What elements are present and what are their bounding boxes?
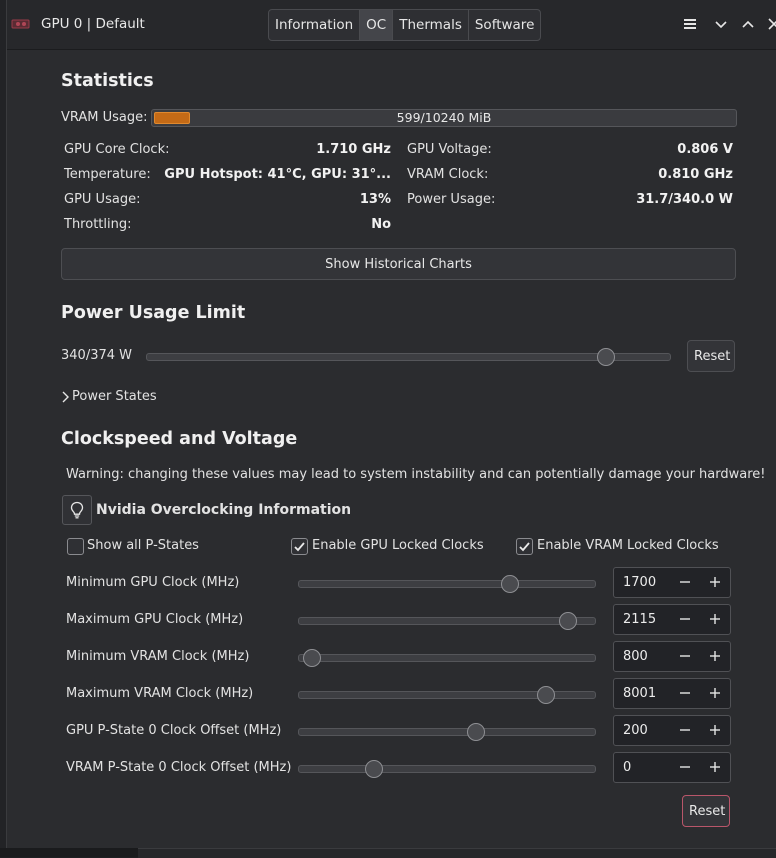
minus-icon[interactable] (678, 575, 692, 589)
stat-value-temperature: GPU Hotspot: 41°C, GPU: 31°... (164, 167, 391, 182)
show-all-pstates-label: Show all P-States (87, 538, 199, 553)
gpu-pstate0-offset-value[interactable]: 200 (623, 716, 648, 745)
stat-label-gpu-usage: GPU Usage: (64, 192, 141, 207)
power-limit-reset-button[interactable]: Reset (687, 340, 735, 372)
max-vram-clock-slider[interactable] (298, 686, 596, 704)
plus-icon[interactable] (708, 686, 722, 700)
header-bar: GPU 0 | Default Information OC Thermals … (7, 0, 776, 50)
minus-icon[interactable] (678, 760, 692, 774)
vram-locked-clocks-checkbox[interactable] (516, 538, 533, 555)
tab-oc[interactable]: OC (360, 10, 394, 40)
min-vram-clock-slider[interactable] (298, 649, 596, 667)
min-vram-clock-label: Minimum VRAM Clock (MHz) (66, 649, 250, 664)
oc-window: GPU 0 | Default Information OC Thermals … (6, 0, 776, 848)
chevron-down-icon[interactable] (711, 14, 731, 34)
gpu-pstate0-offset-label: GPU P-State 0 Clock Offset (MHz) (66, 723, 282, 738)
slider-handle[interactable] (536, 686, 555, 704)
show-all-pstates-checkbox[interactable] (67, 538, 84, 555)
max-gpu-clock-label: Maximum GPU Clock (MHz) (66, 612, 244, 627)
power-limit-slider[interactable] (146, 348, 671, 366)
minus-icon[interactable] (678, 686, 692, 700)
stat-value-power-usage: 31.7/340.0 W (636, 192, 733, 207)
slider-handle[interactable] (365, 760, 383, 778)
power-limit-title: Power Usage Limit (61, 303, 246, 323)
minus-icon[interactable] (678, 612, 692, 626)
minus-icon[interactable] (678, 649, 692, 663)
vram-pstate0-offset-value[interactable]: 0 (623, 753, 631, 782)
gpu-app-icon (11, 19, 30, 29)
show-historical-charts-button[interactable]: Show Historical Charts (61, 248, 736, 280)
gpu-pstate0-offset-spinbox[interactable]: 200 (613, 715, 731, 746)
stat-label-core-clock: GPU Core Clock: (64, 142, 170, 157)
overclock-warning: Warning: changing these values may lead … (66, 467, 766, 482)
plus-icon[interactable] (708, 649, 722, 663)
chevron-right-icon[interactable] (61, 391, 71, 403)
min-gpu-clock-value[interactable]: 1700 (623, 568, 656, 597)
clocks-reset-button[interactable]: Reset (682, 795, 730, 827)
max-gpu-clock-slider[interactable] (298, 612, 596, 630)
stat-value-throttling: No (371, 217, 391, 232)
plus-icon[interactable] (708, 760, 722, 774)
menu-icon[interactable] (680, 14, 700, 34)
gpu-pstate0-offset-slider[interactable] (298, 723, 596, 741)
chevron-up-icon[interactable] (738, 14, 758, 34)
gpu-locked-clocks-checkbox[interactable] (291, 538, 308, 555)
close-icon[interactable] (765, 14, 776, 34)
clockspeed-title: Clockspeed and Voltage (61, 429, 298, 449)
tab-information[interactable]: Information (269, 10, 361, 40)
power-states-toggle[interactable]: Power States (72, 389, 157, 404)
stat-value-vram-clock: 0.810 GHz (658, 167, 733, 182)
lightbulb-icon (70, 501, 84, 519)
vram-usage-bar: 599/10240 MiB (151, 109, 737, 127)
minus-icon[interactable] (678, 723, 692, 737)
stat-value-voltage: 0.806 V (677, 142, 733, 157)
tab-software[interactable]: Software (469, 10, 541, 40)
vram-pstate0-offset-label: VRAM P-State 0 Clock Offset (MHz) (66, 760, 292, 775)
max-vram-clock-spinbox[interactable]: 8001 (613, 678, 731, 709)
min-gpu-clock-slider[interactable] (298, 575, 596, 593)
min-vram-clock-value[interactable]: 800 (623, 642, 648, 671)
vram-locked-clocks-label: Enable VRAM Locked Clocks (537, 538, 719, 553)
max-vram-clock-value[interactable]: 8001 (623, 679, 656, 708)
checkmark-icon (294, 542, 305, 552)
tab-thermals[interactable]: Thermals (393, 10, 469, 40)
slider-handle[interactable] (558, 612, 577, 630)
stat-label-throttling: Throttling: (64, 217, 132, 232)
stat-label-temperature: Temperature: (64, 167, 151, 182)
statistics-title: Statistics (61, 71, 154, 91)
background-window-edge (0, 848, 776, 858)
max-gpu-clock-spinbox[interactable]: 2115 (613, 604, 731, 635)
slider-handle[interactable] (501, 575, 520, 593)
tab-bar: Information OC Thermals Software (268, 9, 542, 41)
min-gpu-clock-label: Minimum GPU Clock (MHz) (66, 575, 240, 590)
vram-usage-text: 599/10240 MiB (396, 110, 492, 125)
checkmark-icon (519, 542, 530, 552)
plus-icon[interactable] (708, 575, 722, 589)
max-gpu-clock-value[interactable]: 2115 (623, 605, 656, 634)
min-gpu-clock-spinbox[interactable]: 1700 (613, 567, 731, 598)
nvidia-oc-info-label[interactable]: Nvidia Overclocking Information (96, 502, 351, 518)
stat-label-voltage: GPU Voltage: (407, 142, 492, 157)
gpu-locked-clocks-label: Enable GPU Locked Clocks (312, 538, 484, 553)
slider-handle[interactable] (467, 723, 486, 741)
vram-usage-label: VRAM Usage: (61, 110, 148, 125)
power-limit-value: 340/374 W (61, 348, 132, 363)
vram-pstate0-offset-spinbox[interactable]: 0 (613, 752, 731, 783)
power-limit-slider-handle[interactable] (596, 348, 615, 366)
window-title: GPU 0 | Default (41, 16, 145, 32)
plus-icon[interactable] (708, 612, 722, 626)
stat-value-core-clock: 1.710 GHz (316, 142, 391, 157)
stat-label-power-usage: Power Usage: (407, 192, 496, 207)
plus-icon[interactable] (708, 723, 722, 737)
max-vram-clock-label: Maximum VRAM Clock (MHz) (66, 686, 254, 701)
stat-value-gpu-usage: 13% (359, 192, 391, 207)
vram-pstate0-offset-slider[interactable] (298, 760, 596, 778)
slider-handle[interactable] (302, 649, 321, 667)
min-vram-clock-spinbox[interactable]: 800 (613, 641, 731, 672)
lightbulb-button[interactable] (62, 495, 92, 525)
stat-label-vram-clock: VRAM Clock: (407, 167, 489, 182)
